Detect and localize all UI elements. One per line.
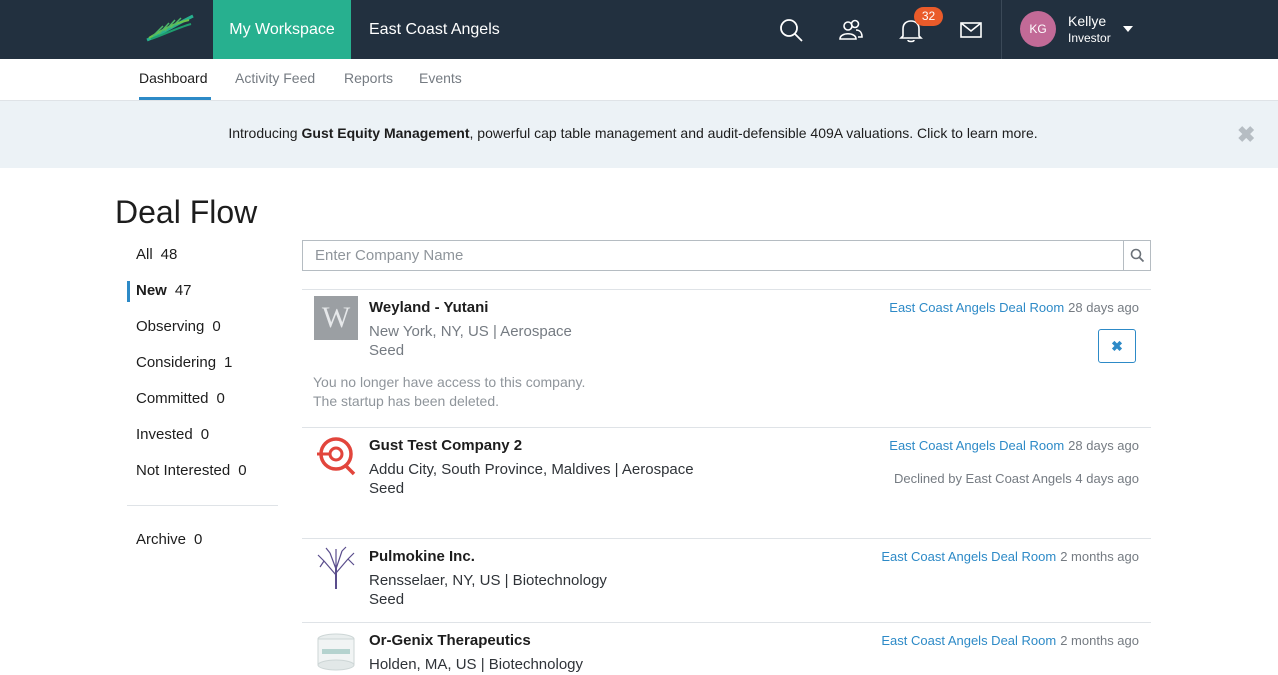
filter-label: New	[136, 282, 167, 299]
nav-divider	[1001, 0, 1002, 59]
sub-nav: Dashboard Activity Feed Reports Events	[0, 59, 1278, 101]
filter-committed[interactable]: Committed 0	[136, 390, 225, 407]
tab-activity-feed[interactable]: Activity Feed	[235, 70, 315, 86]
filter-count: 47	[174, 282, 192, 299]
deal-time: 28 days ago	[1068, 438, 1139, 453]
deal-source: East Coast Angels Deal Room 28 days ago	[889, 438, 1139, 453]
filter-new[interactable]: New 47	[136, 282, 192, 299]
active-tab-indicator	[139, 97, 211, 100]
filter-label: Committed	[136, 390, 209, 407]
company-location: Rensselaer, NY, US | Biotechnology	[369, 572, 607, 589]
deal-room-link[interactable]: East Coast Angels Deal Room	[881, 633, 1056, 648]
tab-east-coast-angels[interactable]: East Coast Angels	[369, 0, 500, 59]
company-name[interactable]: Pulmokine Inc.	[369, 548, 475, 565]
promo-banner[interactable]: Introducing Gust Equity Management, powe…	[0, 101, 1278, 168]
deal-room-link[interactable]: East Coast Angels Deal Room	[889, 300, 1064, 315]
filter-count: 0	[194, 531, 203, 548]
user-name[interactable]: Kellye	[1068, 13, 1106, 29]
filter-count: 48	[160, 246, 178, 263]
deal-room-link[interactable]: East Coast Angels Deal Room	[889, 438, 1064, 453]
filter-label: Archive	[136, 531, 187, 548]
search-icon	[1130, 248, 1145, 263]
company-location: New York, NY, US | Aerospace	[369, 323, 572, 340]
declined-status: Declined by East Coast Angels 4 days ago	[894, 471, 1139, 486]
deal-source: East Coast Angels Deal Room 2 months ago	[881, 549, 1139, 564]
company-stage: Seed	[369, 342, 405, 359]
filter-count: 0	[212, 318, 221, 335]
company-location: Addu City, South Province, Maldives | Ae…	[369, 461, 694, 478]
user-role: Investor	[1068, 31, 1111, 45]
filter-observing[interactable]: Observing 0	[136, 318, 221, 335]
filter-count: 0	[238, 462, 247, 479]
search-button[interactable]	[1123, 240, 1151, 271]
filter-divider	[127, 505, 278, 506]
page-title: Deal Flow	[115, 194, 258, 230]
access-note: You no longer have access to this compan…	[313, 374, 586, 390]
active-filter-indicator	[127, 281, 130, 302]
deal-card[interactable]: Pulmokine Inc. Rensselaer, NY, US | Biot…	[302, 538, 1151, 622]
deal-time: 28 days ago	[1068, 300, 1139, 315]
deal-card[interactable]: W Weyland - Yutani New York, NY, US | Ae…	[302, 289, 1151, 427]
deal-card[interactable]: Or-Genix Therapeutics Holden, MA, US | B…	[302, 622, 1151, 675]
filter-count: 0	[200, 426, 210, 443]
deleted-note: The startup has been deleted.	[313, 393, 500, 409]
deal-source: East Coast Angels Deal Room 2 months ago	[881, 633, 1139, 648]
tab-my-workspace[interactable]: My Workspace	[213, 0, 351, 59]
company-logo: W	[314, 296, 358, 340]
filter-label: All	[136, 246, 153, 263]
company-stage: Seed	[369, 480, 405, 497]
deal-card[interactable]: Gust Test Company 2 Addu City, South Pro…	[302, 427, 1151, 538]
filter-all[interactable]: All 48	[136, 246, 177, 263]
filter-label: Not Interested	[136, 462, 231, 479]
deal-room-link[interactable]: East Coast Angels Deal Room	[881, 549, 1056, 564]
filter-label: Invested	[136, 426, 193, 443]
search-icon[interactable]	[778, 17, 804, 43]
filter-label: Considering	[136, 354, 217, 371]
deal-time: 2 months ago	[1060, 633, 1139, 648]
banner-suffix: , powerful cap table management and audi…	[469, 125, 1038, 141]
tab-events[interactable]: Events	[419, 70, 462, 86]
company-logo	[317, 633, 355, 671]
remove-button[interactable]: ✖	[1098, 329, 1136, 363]
company-search-input[interactable]	[302, 240, 1124, 271]
filter-label: Observing	[136, 318, 205, 335]
filter-considering[interactable]: Considering 1	[136, 354, 232, 371]
notification-badge: 32	[914, 7, 943, 26]
mail-icon[interactable]	[958, 17, 984, 43]
people-icon[interactable]	[838, 17, 864, 43]
deal-source: East Coast Angels Deal Room 28 days ago	[889, 300, 1139, 315]
company-name[interactable]: Weyland - Yutani	[369, 299, 488, 316]
deal-time: 2 months ago	[1060, 549, 1139, 564]
filter-not-interested[interactable]: Not Interested 0	[136, 462, 247, 479]
banner-product: Gust Equity Management	[301, 125, 470, 141]
company-name[interactable]: Gust Test Company 2	[369, 437, 522, 454]
banner-prefix: Introducing	[228, 125, 302, 141]
tab-reports[interactable]: Reports	[344, 70, 393, 86]
banner-text[interactable]: Introducing Gust Equity Management, powe…	[0, 125, 1266, 141]
chevron-down-icon[interactable]	[1123, 26, 1133, 32]
tab-dashboard[interactable]: Dashboard	[139, 70, 208, 86]
filter-archive[interactable]: Archive 0	[136, 531, 202, 548]
close-icon[interactable]: ✖	[1237, 124, 1255, 146]
filter-invested[interactable]: Invested 0	[136, 426, 209, 443]
filter-count: 0	[216, 390, 225, 407]
gust-logo-icon[interactable]	[143, 14, 197, 44]
company-logo	[317, 437, 356, 476]
filter-count: 1	[224, 354, 233, 371]
company-name[interactable]: Or-Genix Therapeutics	[369, 632, 531, 649]
avatar[interactable]: KG	[1020, 11, 1056, 47]
company-stage: Seed	[369, 591, 405, 608]
top-nav: My Workspace East Coast Angels 32 KG Kel…	[0, 0, 1278, 59]
company-location: Holden, MA, US | Biotechnology	[369, 656, 584, 673]
company-logo	[317, 546, 355, 589]
